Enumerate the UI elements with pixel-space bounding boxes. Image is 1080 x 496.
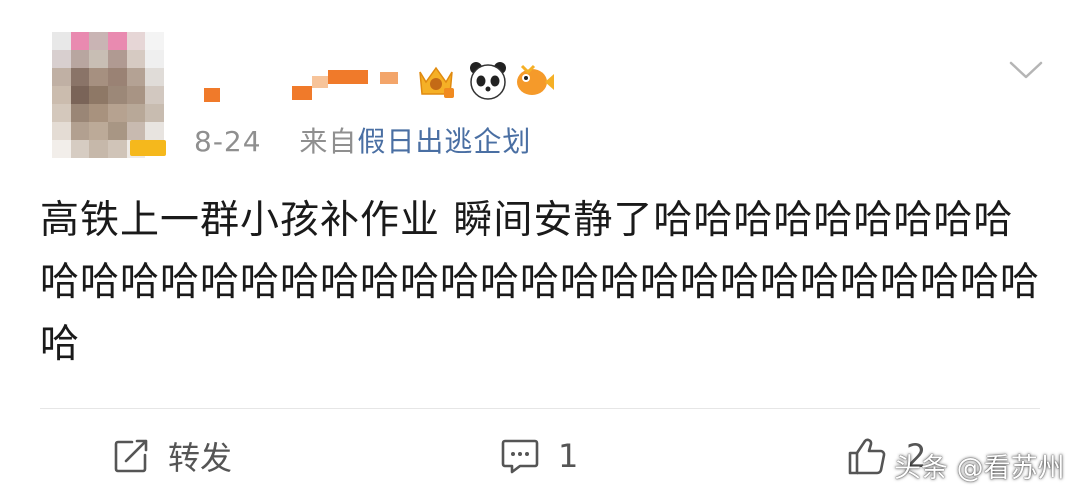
post-meta: 8-24 来自假日出逃企划 (194, 120, 531, 160)
comment-icon (501, 439, 539, 474)
repost-icon (114, 439, 148, 473)
vip-badge-icon (130, 140, 166, 156)
comment-button[interactable]: 1 (500, 430, 578, 482)
repost-button[interactable]: 转发 (112, 430, 232, 482)
comment-count: 1 (558, 437, 579, 475)
watermark: 头条 @看苏州 (894, 453, 1065, 484)
chevron-down-icon[interactable] (1008, 58, 1044, 82)
post-date: 8-24 (194, 125, 262, 158)
source-prefix: 来自 (299, 125, 358, 158)
divider (40, 408, 1040, 409)
crown-level-badge-icon (419, 66, 454, 98)
thumbs-up-icon (848, 438, 886, 475)
username-mosaic[interactable] (200, 68, 410, 104)
fish-icon (517, 64, 554, 95)
panda-icon (470, 62, 506, 100)
source-link[interactable]: 假日出逃企划 (357, 125, 531, 158)
weibo-post-card: 8-24 来自假日出逃企划 高铁上一群小孩补作业 瞬间安静了哈哈哈哈哈哈哈哈哈哈… (0, 0, 1080, 496)
post-content: 高铁上一群小孩补作业 瞬间安静了哈哈哈哈哈哈哈哈哈哈哈哈哈哈哈哈哈哈哈哈哈哈哈哈… (40, 198, 1041, 367)
repost-label: 转发 (168, 439, 233, 477)
